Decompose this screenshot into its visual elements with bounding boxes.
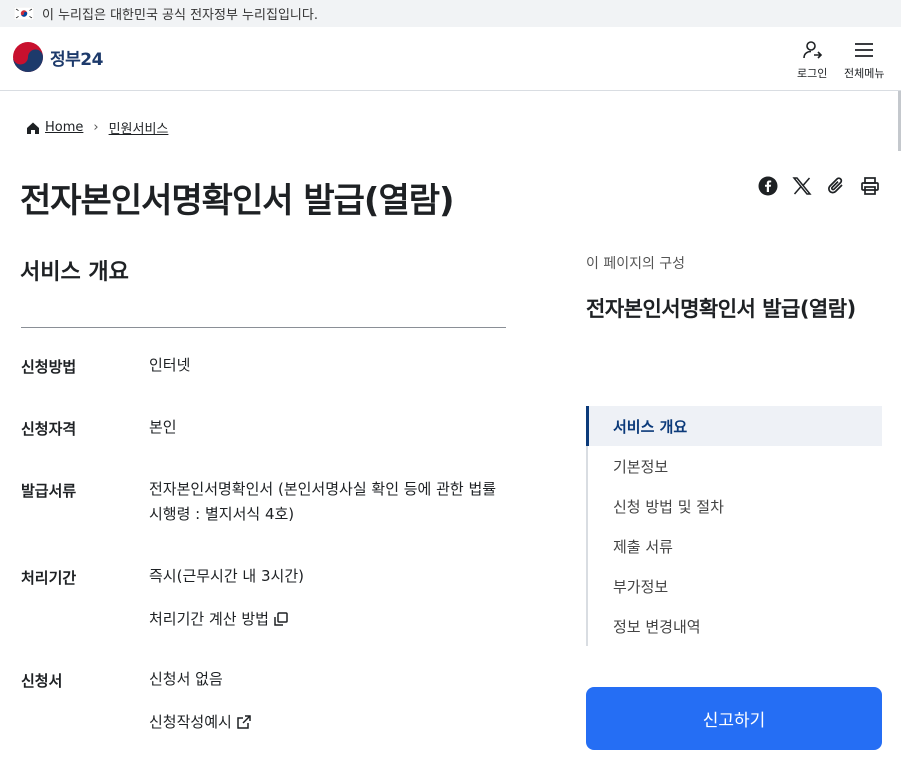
logo-text: 정부24 [50,49,103,70]
share-toolbar [757,175,881,197]
login-button[interactable]: 로그인 [797,39,827,81]
facebook-icon[interactable] [757,175,779,197]
info-label: 처리기간 [21,569,77,587]
notice-text: 이 누리집은 대한민국 공식 전자정부 누리집입니다. [42,8,318,23]
info-label: 발급서류 [21,482,77,500]
info-label: 신청방법 [21,358,77,376]
link-label: 처리기간 계산 방법 [149,610,269,628]
chevron-right-icon: › [93,120,99,135]
breadcrumb-home-link[interactable]: Home [45,120,83,135]
toc-caption: 이 페이지의 구성 [586,256,686,272]
hamburger-menu-icon [855,43,874,57]
breadcrumb: Home › 민원서비스 [26,118,168,137]
korea-flag-icon [14,7,34,20]
toc-title: 전자본인서명확인서 발급(열람) [586,297,856,321]
home-icon [27,122,39,134]
info-label: 신청서 [21,672,63,690]
login-label: 로그인 [797,67,828,80]
all-menu-button[interactable]: 전체메뉴 [844,39,884,81]
x-twitter-icon[interactable] [791,175,813,197]
info-label: 신청자격 [21,420,77,438]
processing-time-calc-link[interactable]: 처리기간 계산 방법 [149,608,289,629]
toc-item-change-history[interactable]: 정보 변경내역 [588,606,882,646]
page-title: 전자본인서명확인서 발급(열람) [20,181,455,221]
toc-list: 서비스 개요 기본정보 신청 방법 및 절차 제출 서류 부가정보 정보 변경내… [586,406,882,646]
taegeuk-logo-icon [13,42,43,72]
print-icon[interactable] [859,175,881,197]
toc-item-procedure[interactable]: 신청 방법 및 절차 [588,486,882,526]
report-button[interactable]: 신고하기 [586,687,882,750]
application-example-link[interactable]: 신청작성예시 [149,711,252,732]
toc-item-overview[interactable]: 서비스 개요 [586,406,882,446]
site-header: 정부24 로그인 전체메뉴 [0,27,901,91]
link-label: 신청작성예시 [149,713,232,731]
gov-notice-strip: 이 누리집은 대한민국 공식 전자정부 누리집입니다. [0,0,901,27]
info-value: 본인 [149,418,177,436]
copy-window-icon [274,611,288,626]
section-divider [21,327,506,328]
info-value: 인터넷 [149,356,191,374]
link-clip-icon[interactable] [825,175,847,197]
breadcrumb-current-link[interactable]: 민원서비스 [109,118,169,137]
info-value: 전자본인서명확인서 (본인서명사실 확인 등에 관한 법률 시행령 : 별지서식… [149,480,497,523]
toc-item-basic-info[interactable]: 기본정보 [588,446,882,486]
external-link-icon [237,714,251,729]
toc-item-additional-info[interactable]: 부가정보 [588,566,882,606]
info-value: 신청서 없음 [149,670,223,688]
menu-label: 전체메뉴 [844,67,885,80]
toc-item-documents[interactable]: 제출 서류 [588,526,882,566]
user-login-icon [803,41,823,59]
section-title-overview: 서비스 개요 [20,260,129,285]
info-value: 즉시(근무시간 내 3시간) [149,567,304,585]
gov24-logo[interactable]: 정부24 [12,41,103,73]
